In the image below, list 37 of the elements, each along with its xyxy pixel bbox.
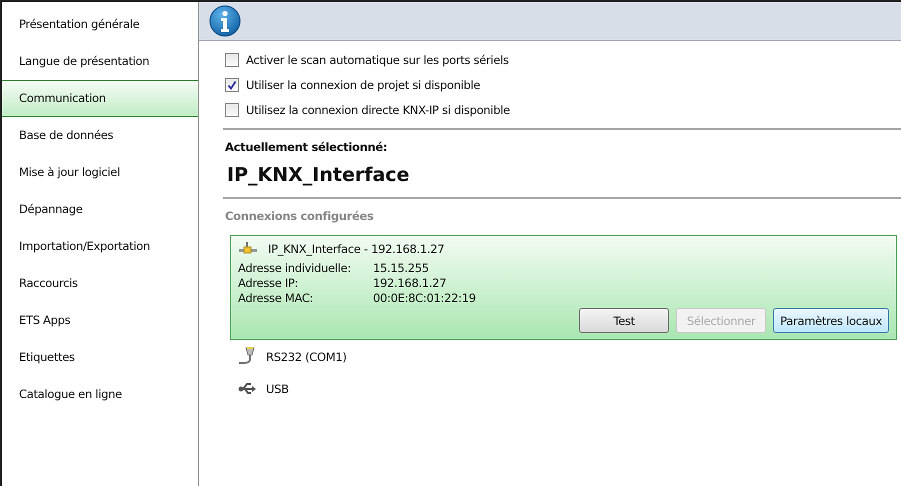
checkbox-label: Utilisez la connexion directe KNX-IP si disponible <box>246 103 510 117</box>
detail-value: 15.15.255 <box>373 261 430 276</box>
sidebar-item[interactable]: Présentation générale <box>2 6 198 43</box>
sidebar-item[interactable]: Catalogue en ligne <box>2 376 198 413</box>
action-button[interactable]: Test <box>579 308 670 333</box>
sidebar-item[interactable]: Base de données <box>2 117 198 154</box>
detail-value: 192.168.1.27 <box>373 276 448 291</box>
cable-icon <box>238 347 256 367</box>
sidebar-item[interactable]: Langue de présentation <box>2 43 198 80</box>
current-connection-name: IP_KNX_Interface <box>227 164 410 186</box>
detail-label: Adresse MAC: <box>238 291 314 306</box>
usb-icon <box>238 381 256 397</box>
detail-label: Adresse individuelle: <box>238 261 352 276</box>
section-heading: Actuellement sélectionné: <box>225 140 388 154</box>
sidebar-item[interactable]: Dépannage <box>2 191 198 228</box>
connection-item[interactable]: RS232 (COM1) <box>230 340 897 374</box>
info-icon <box>209 5 241 37</box>
sidebar-item[interactable]: Importation/Exportation <box>2 228 198 265</box>
checkbox[interactable] <box>225 78 239 92</box>
connection-title: RS232 (COM1) <box>266 350 347 364</box>
connection-title: USB <box>266 382 289 396</box>
action-button[interactable]: Paramètres locaux <box>773 308 889 333</box>
sidebar-item[interactable]: Mise à jour logiciel <box>2 154 198 191</box>
sidebar-item[interactable]: Etiquettes <box>2 339 198 376</box>
sidebar-item[interactable]: ETS Apps <box>2 302 198 339</box>
checkbox-label: Activer le scan automatique sur les ports sériels <box>246 53 509 67</box>
checkbox-label: Utiliser la connexion de projet si disponible <box>246 78 480 92</box>
sidebar-item[interactable]: Communication <box>2 80 198 117</box>
checkbox[interactable] <box>225 103 239 117</box>
section-heading: Connexions configurées <box>225 209 375 223</box>
connection-title: IP_KNX_Interface - 192.168.1.27 <box>268 242 444 256</box>
sidebar-item[interactable]: Raccourcis <box>2 265 198 302</box>
detail-label: Adresse IP: <box>238 276 300 291</box>
detail-value: 00:0E:8C:01:22:19 <box>373 291 477 306</box>
checkbox[interactable] <box>225 53 239 67</box>
connection-item[interactable]: USB <box>230 374 897 404</box>
network-icon <box>238 242 258 256</box>
